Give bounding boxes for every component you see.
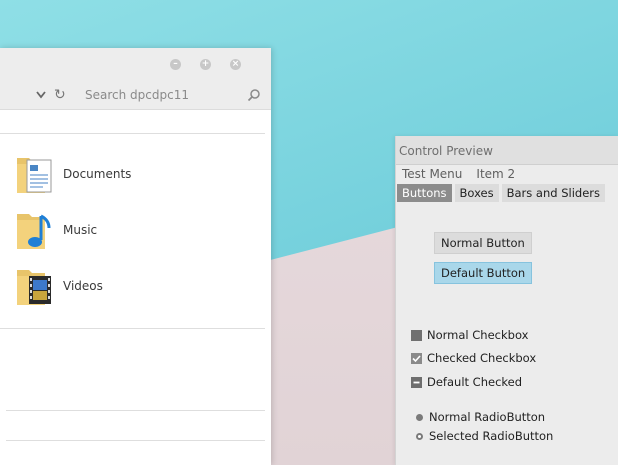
normal-radiobutton[interactable]: Normal RadioButton: [416, 410, 545, 424]
checkbox-box: [411, 329, 422, 341]
videos-folder-icon: [17, 270, 51, 305]
maximize-button[interactable]: +: [200, 59, 211, 70]
divider: [0, 328, 265, 329]
tab-boxes[interactable]: Boxes: [454, 184, 499, 202]
explorer-titlebar: – + ×: [0, 48, 271, 83]
music-folder-icon: [17, 214, 51, 249]
close-button[interactable]: ×: [230, 59, 241, 70]
normal-checkbox[interactable]: Normal Checkbox: [411, 328, 528, 342]
folder-label: Music: [63, 223, 98, 237]
folder-item-music[interactable]: Music: [15, 207, 255, 253]
search-icon[interactable]: [247, 88, 261, 102]
selected-radiobutton[interactable]: Selected RadioButton: [416, 429, 553, 443]
menu-bar: Test Menu Item 2: [396, 165, 618, 184]
radio-dot: [416, 432, 423, 440]
maximize-icon: +: [201, 59, 210, 69]
control-preview-window: Control Preview Test Menu Item 2 Buttons…: [395, 136, 618, 465]
checkbox-box: [411, 376, 422, 388]
checkbox-label: Checked Checkbox: [427, 351, 537, 365]
search-box: [80, 85, 268, 107]
tab-bars-and-sliders[interactable]: Bars and Sliders: [501, 184, 605, 202]
radio-label: Selected RadioButton: [429, 429, 554, 443]
minimize-icon: –: [173, 59, 178, 69]
explorer-toolbar: ↻: [0, 83, 271, 110]
folder-label: Videos: [63, 279, 103, 293]
checkbox-label: Default Checked: [427, 375, 523, 389]
folder-item-videos[interactable]: Videos: [15, 263, 255, 309]
divider: [6, 410, 265, 411]
folder-item-documents[interactable]: Documents: [15, 151, 255, 197]
default-button[interactable]: Default Button: [434, 262, 533, 284]
divider: [6, 440, 265, 441]
close-icon: ×: [231, 59, 240, 69]
checkbox-box: [411, 352, 422, 364]
normal-button[interactable]: Normal Button: [434, 232, 532, 254]
search-input[interactable]: [80, 85, 245, 105]
minimize-button[interactable]: –: [170, 59, 181, 70]
chevron-down-icon[interactable]: [35, 88, 47, 102]
refresh-icon[interactable]: ↻: [54, 87, 68, 103]
menu-item-2[interactable]: Item 2: [476, 165, 515, 184]
divider: [0, 133, 265, 134]
documents-folder-icon: [17, 158, 52, 193]
menu-test-menu[interactable]: Test Menu: [402, 165, 462, 184]
radio-label: Normal RadioButton: [429, 410, 546, 424]
radio-dot: [416, 413, 423, 421]
checked-checkbox[interactable]: Checked Checkbox: [411, 351, 536, 365]
tab-buttons[interactable]: Buttons: [397, 184, 452, 202]
window-title: Control Preview: [396, 136, 618, 165]
folder-label: Documents: [63, 167, 132, 181]
checkbox-label: Normal Checkbox: [427, 328, 529, 342]
default-checked-checkbox[interactable]: Default Checked: [411, 375, 522, 389]
file-explorer-window: – + × ↻ Documents: [0, 48, 271, 465]
indeterminate-icon: [413, 381, 420, 383]
tab-bar: Buttons Boxes Bars and Sliders: [396, 184, 618, 202]
checkmark-icon: [412, 354, 421, 362]
